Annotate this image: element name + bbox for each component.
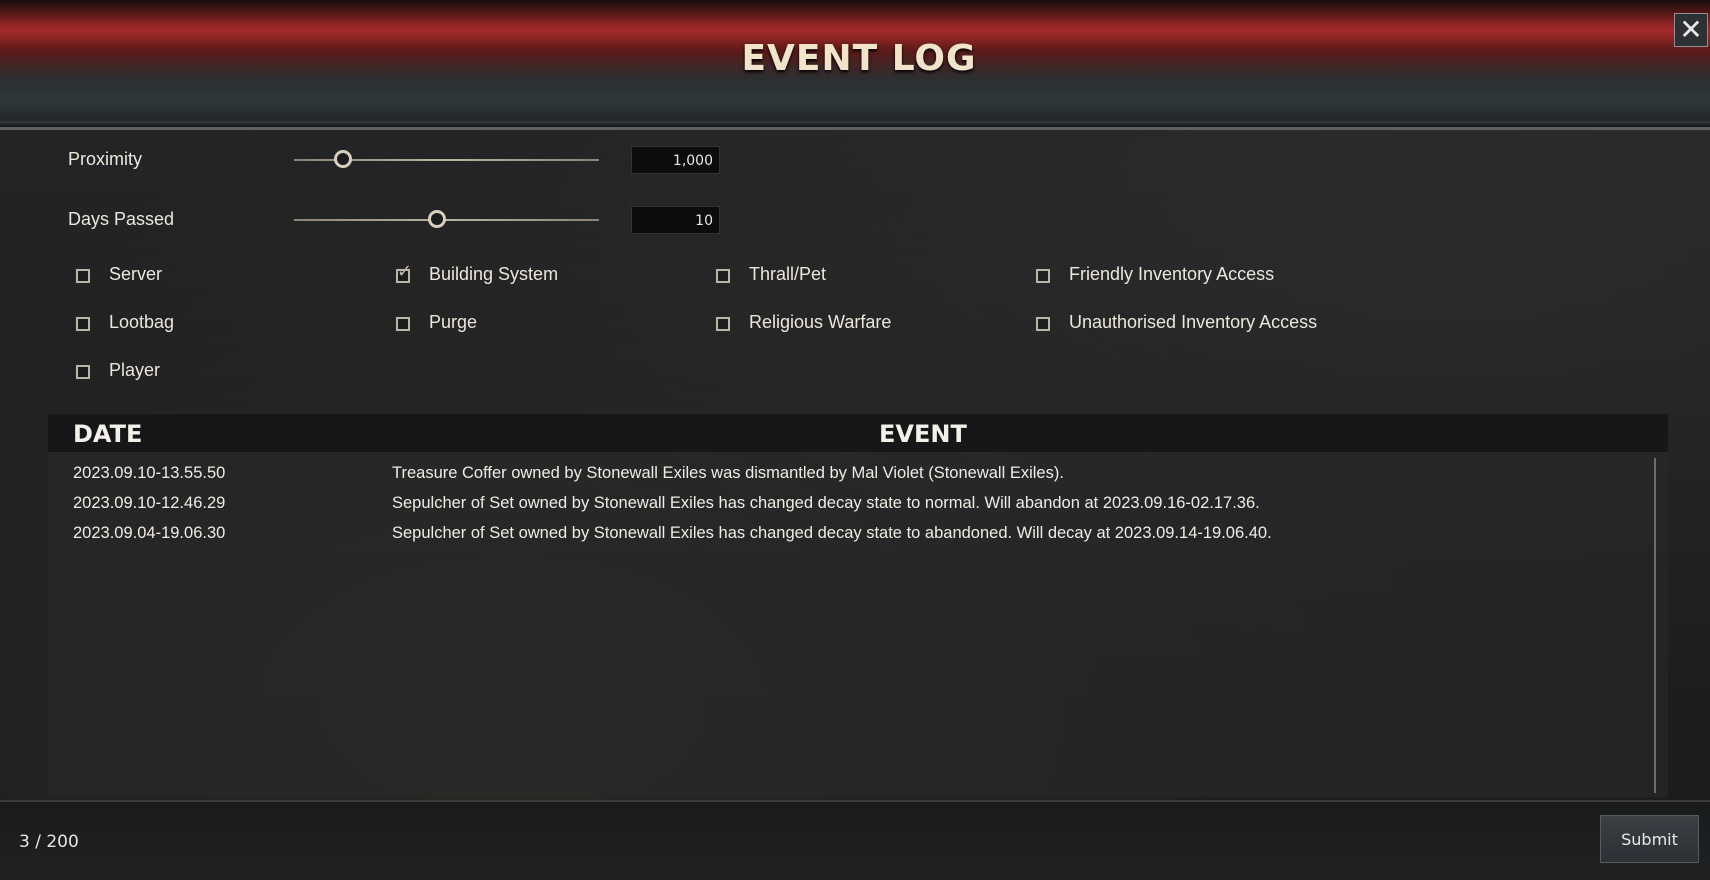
category-checkbox[interactable] — [716, 269, 730, 283]
column-header-date: DATE — [73, 420, 143, 448]
category-checkbox[interactable] — [1036, 269, 1050, 283]
window-title: EVENT LOG — [741, 38, 977, 79]
event-count: 3 / 200 — [19, 832, 79, 852]
proximity-slider-thumb[interactable] — [333, 150, 352, 168]
category-checkbox[interactable] — [396, 261, 412, 283]
category-label: Building System — [429, 264, 559, 284]
proximity-label: Proximity — [68, 149, 143, 169]
proximity-value-field[interactable]: 1,000 — [631, 146, 720, 174]
category-checkbox[interactable] — [396, 317, 410, 331]
category-checkbox[interactable] — [1036, 317, 1050, 331]
submit-button[interactable]: Submit — [1600, 815, 1699, 863]
row-event: Sepulcher of Set owned by Stonewall Exil… — [392, 494, 1260, 512]
row-event: Sepulcher of Set owned by Stonewall Exil… — [392, 524, 1272, 542]
days-passed-value-field[interactable]: 10 — [631, 206, 720, 234]
close-button[interactable]: ✕ — [1674, 13, 1708, 47]
category-checkbox[interactable] — [76, 269, 90, 283]
category-label: Religious Warfare — [749, 312, 892, 332]
footer-bar: 3 / 200 Submit — [0, 800, 1710, 880]
event-table-body: 2023.09.10-13.55.50 Treasure Coffer owne… — [48, 452, 1668, 797]
table-scrollbar[interactable] — [1654, 458, 1656, 793]
days-passed-slider-thumb[interactable] — [428, 210, 447, 228]
days-passed-slider[interactable] — [294, 219, 599, 221]
category-label: Lootbag — [109, 312, 175, 332]
category-label: Thrall/Pet — [749, 264, 827, 284]
category-checkbox[interactable] — [76, 317, 90, 331]
category-label: Server — [109, 264, 163, 284]
days-passed-label: Days Passed — [68, 209, 175, 229]
close-icon: ✕ — [1679, 14, 1703, 45]
category-checkbox[interactable] — [76, 365, 90, 379]
table-header: DATE EVENT — [48, 414, 1668, 452]
row-date: 2023.09.04-19.06.30 — [73, 524, 226, 542]
category-checkbox[interactable] — [716, 317, 730, 331]
column-header-event: EVENT — [879, 420, 967, 448]
row-date: 2023.09.10-13.55.50 — [73, 464, 226, 482]
event-log-window: EVENT LOG ✕ Proximity 1,000 Days Passed … — [0, 0, 1710, 880]
category-label: Friendly Inventory Access — [1069, 264, 1275, 284]
category-label: Unauthorised Inventory Access — [1069, 312, 1318, 332]
row-date: 2023.09.10-12.46.29 — [73, 494, 226, 512]
category-label: Player — [109, 360, 161, 380]
row-event: Treasure Coffer owned by Stonewall Exile… — [392, 464, 1064, 482]
category-label: Purge — [429, 312, 478, 332]
window-header: EVENT LOG ✕ — [0, 0, 1710, 130]
